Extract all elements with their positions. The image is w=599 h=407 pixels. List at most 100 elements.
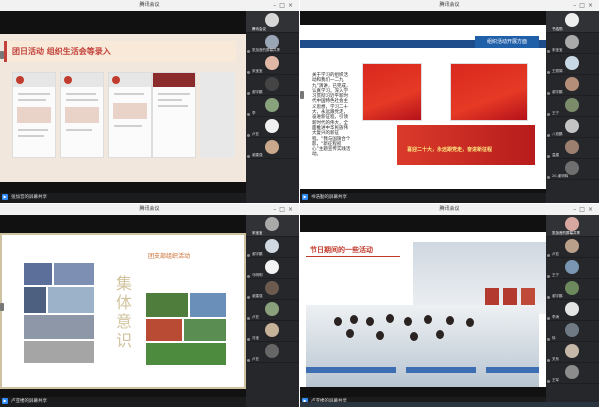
window-title: 腾讯会议 — [139, 206, 160, 212]
participant-item[interactable]: 马明明 — [246, 258, 299, 279]
participant-item[interactable]: 徐 — [546, 321, 599, 342]
avatar — [565, 119, 579, 133]
avatar — [565, 260, 579, 274]
avatar — [265, 35, 279, 49]
participant-item[interactable]: 宋宝宝 — [546, 33, 599, 54]
meeting-grid: 腾讯会议 –□× 团日活动 组织生活会等录入 ▶ 张加音的屏幕共享 腾讯会议 张… — [0, 0, 599, 407]
avatar — [565, 98, 579, 112]
participant-item[interactable]: 书浩勤 — [546, 11, 599, 33]
window-controls[interactable]: –□× — [573, 204, 596, 215]
document-page — [152, 72, 196, 158]
participant-item[interactable]: 20-谢明辉 — [546, 159, 599, 180]
slide-title: 组织活动开展方面 — [475, 36, 539, 48]
slide-photo — [24, 287, 46, 313]
avatar — [565, 77, 579, 91]
slide-photo — [24, 263, 52, 285]
title-underline — [306, 256, 400, 257]
participant-list: 书浩勤 宋宝宝 王丽娟 谢宇鹏 王宁 八班鹏 温建 20-谢明辉 — [546, 11, 599, 203]
avatar — [565, 239, 579, 253]
document-page — [12, 72, 56, 158]
window-controls[interactable]: –□× — [273, 204, 296, 215]
avatar — [265, 98, 279, 112]
participant-item[interactable]: 张加音的屏幕共享 — [246, 33, 299, 54]
avatar — [565, 302, 579, 316]
participant-item[interactable]: 王军 — [546, 363, 599, 384]
party-emblem-icon — [112, 76, 120, 84]
panel-handle[interactable] — [0, 51, 4, 59]
participant-item[interactable]: 温建 — [546, 138, 599, 159]
slide-title: 团支部组织活动 — [148, 253, 191, 260]
avatar — [265, 260, 279, 274]
participant-list: 宋宝宝 谢宇鹏 马明明 谢建强 卢亚 冯宝 卢亚 — [246, 215, 299, 407]
slide-photo — [146, 343, 226, 365]
screen-share-indicator: ▶ 张加音的屏幕共享 — [2, 193, 47, 201]
panel-handle[interactable] — [0, 303, 4, 311]
avatar — [265, 344, 279, 358]
window-titlebar: 腾讯会议 –□× — [300, 204, 599, 215]
participant-item[interactable]: 谢建强 — [246, 279, 299, 300]
shared-screen: 节日期间的一些活动 — [300, 215, 546, 397]
participant-item[interactable]: 王宁 — [546, 96, 599, 117]
share-text: 书浩勤的屏幕共享 — [311, 195, 347, 200]
participant-item[interactable]: 张加音的屏幕共享 — [546, 215, 599, 237]
shared-screen: 组织活动开展方面 关于学习的组织活动和我们一二九九”演讲，已完成，认真学习。深入… — [300, 11, 546, 193]
window-title: 腾讯会议 — [439, 2, 460, 8]
participant-item[interactable]: 谢建强 — [246, 138, 299, 159]
system-taskbar — [300, 402, 599, 407]
participant-item[interactable]: 谢宇鹏 — [246, 75, 299, 96]
participant-list: 腾讯会议 张加音的屏幕共享 宋宝宝 谢宇鹏 李 卢亚 谢建强 — [246, 11, 299, 203]
participant-item[interactable]: 宋宝宝 — [246, 215, 299, 237]
shared-screen: 团支部组织活动 集体意识 — [0, 215, 246, 397]
slide-photo — [184, 319, 226, 341]
participant-item[interactable]: 谢宇鹏 — [546, 279, 599, 300]
slide-photo — [146, 293, 188, 317]
slide-photo — [146, 319, 182, 341]
window-titlebar: 腾讯会议 –□× — [0, 204, 299, 215]
participant-item[interactable]: 王宁 — [546, 258, 599, 279]
window-controls[interactable]: –□× — [273, 0, 296, 11]
participant-item[interactable]: 卢亚 — [546, 237, 599, 258]
avatar — [565, 344, 579, 358]
window-titlebar: 腾讯会议 –□× — [300, 0, 599, 11]
participant-item[interactable]: 宋宝宝 — [246, 54, 299, 75]
screen-share-indicator: ▶ 书浩勤的屏幕共享 — [302, 193, 347, 201]
avatar — [265, 13, 279, 27]
party-emblem-icon — [64, 76, 72, 84]
avatar — [565, 35, 579, 49]
participant-item[interactable]: 李涛 — [546, 300, 599, 321]
participant-item[interactable]: 谢宇鹏 — [246, 237, 299, 258]
avatar — [265, 140, 279, 154]
participant-item[interactable]: 八班鹏 — [546, 117, 599, 138]
presentation-slide: 节日期间的一些活动 — [300, 232, 546, 387]
classroom-photo — [306, 305, 539, 387]
meeting-window-4: 腾讯会议 –□× 节日期间的一些活动 ▶ 张加音的屏幕共享 卢亚 王宁 谢宇鹏 … — [300, 204, 599, 407]
meeting-window-3: 腾讯会议 –□× 团支部组织活动 集体意识 ▶ 卢亚楼的屏幕共享 宋宝宝 谢宇鹏… — [0, 204, 299, 407]
participant-item[interactable]: 谢宇鹏 — [546, 75, 599, 96]
presentation-slide: 团支部组织活动 集体意识 — [0, 233, 246, 389]
slide-photo — [24, 341, 94, 363]
participant-item[interactable]: 关系 — [546, 342, 599, 363]
flag-photo — [362, 63, 422, 121]
document-page — [108, 72, 152, 158]
participant-item[interactable]: 李 — [246, 96, 299, 117]
slide-photo — [190, 293, 226, 317]
participant-item[interactable]: 卢亚 — [246, 117, 299, 138]
participant-item[interactable]: 卢亚 — [246, 342, 299, 363]
participant-item[interactable]: 冯宝 — [246, 321, 299, 342]
avatar — [265, 323, 279, 337]
participant-item[interactable]: 王丽娟 — [546, 54, 599, 75]
window-controls[interactable]: –□× — [573, 0, 596, 11]
window-title: 腾讯会议 — [439, 206, 460, 212]
slide-photo — [24, 315, 94, 339]
meeting-window-2: 腾讯会议 –□× 组织活动开展方面 关于学习的组织活动和我们一二九九”演讲，已完… — [300, 0, 599, 203]
slide-title: 团日活动 组织生活会等录入 — [12, 47, 111, 56]
slide-photo — [54, 263, 94, 285]
window-title: 腾讯会议 — [139, 2, 160, 8]
share-icon: ▶ — [302, 194, 308, 200]
share-text: 张加音的屏幕共享 — [11, 195, 47, 200]
meeting-window-1: 腾讯会议 –□× 团日活动 组织生活会等录入 ▶ 张加音的屏幕共享 腾讯会议 张… — [0, 0, 299, 203]
participant-item[interactable]: 卢亚 — [246, 300, 299, 321]
panel-handle[interactable] — [300, 91, 304, 99]
slide-title: 节日期间的一些活动 — [310, 246, 373, 254]
participant-item[interactable]: 腾讯会议 — [246, 11, 299, 33]
